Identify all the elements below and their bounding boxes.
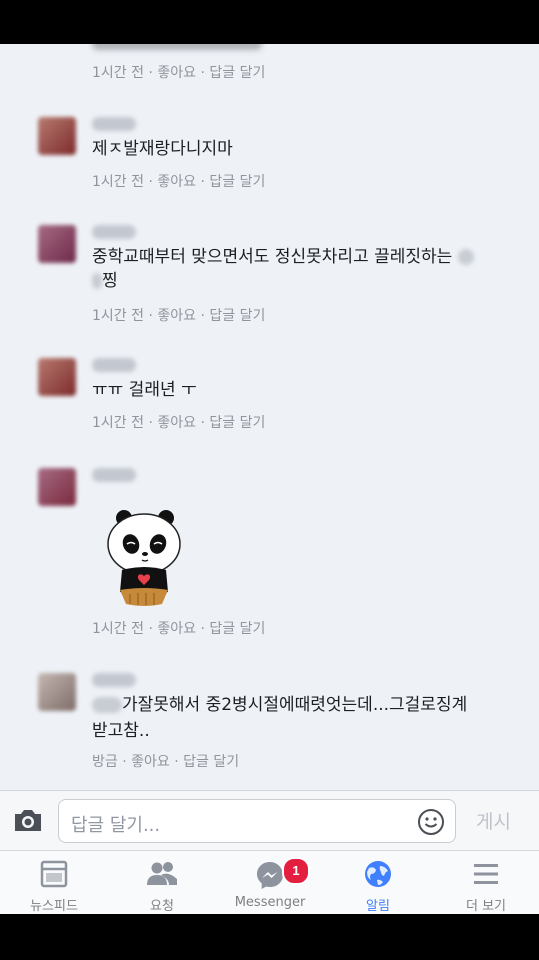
smiley-icon[interactable]	[417, 808, 445, 836]
camera-icon[interactable]	[12, 807, 44, 833]
comment-meta: 1시간 전 · 좋아요 · 답글 달기	[92, 308, 266, 324]
cut-off-comment-text	[92, 44, 262, 50]
comment-text-line1: 중학교때부터 맞으면서도 정신못차리고 끌레짓하는	[92, 247, 453, 267]
commenter-name-blurred[interactable]	[92, 358, 136, 372]
comment-time: 방금	[92, 754, 118, 770]
comment-time: 1시간 전	[92, 621, 144, 637]
reply-link[interactable]: 답글 달기	[209, 415, 265, 431]
tab-label: 뉴스피드	[30, 899, 78, 914]
reply-composer: 답글 달기... 게시	[0, 790, 539, 851]
comment-time: 1시간 전	[92, 308, 144, 324]
globe-icon	[365, 861, 391, 887]
comment-meta: 1시간 전 · 좋아요 · 답글 달기	[92, 415, 266, 431]
reply-placeholder: 답글 달기...	[71, 815, 161, 836]
tab-label: 더 보기	[465, 899, 506, 914]
commenter-name-blurred[interactable]	[92, 225, 136, 239]
like-link[interactable]: 좋아요	[157, 621, 196, 637]
comment-item: 1시간 전 · 좋아요 · 답글 달기	[0, 44, 539, 100]
tab-more[interactable]: 더 보기	[432, 851, 539, 914]
tab-messenger[interactable]: Messenger	[216, 851, 324, 914]
tab-label: 요청	[150, 899, 174, 914]
comment-item: 가잘못해서 중2병시절에때렷엇는데...그걸로징계 받고참.. 방금 · 좋아요…	[0, 655, 539, 790]
reply-link[interactable]: 답글 달기	[209, 174, 265, 190]
like-link[interactable]: 좋아요	[157, 174, 196, 190]
avatar[interactable]	[38, 225, 76, 263]
like-link[interactable]: 좋아요	[157, 308, 196, 324]
comment-item: 제ㅈ발재랑다니지마 1시간 전 · 좋아요 · 답글 달기	[0, 99, 539, 208]
comment-text: 찡	[92, 269, 118, 293]
commenter-name-blurred[interactable]	[92, 468, 136, 482]
comment-meta: 1시간 전 · 좋아요 · 답글 달기	[92, 174, 266, 190]
avatar[interactable]	[38, 358, 76, 396]
comment-text: 받고참..	[92, 721, 150, 741]
bottom-tab-bar: 뉴스피드 요청 Messenger 1 알림 더 보기	[0, 850, 539, 914]
tab-requests[interactable]: 요청	[108, 851, 216, 914]
comment-meta: 1시간 전 · 좋아요 · 답글 달기	[92, 65, 266, 81]
commenter-name-blurred[interactable]	[92, 673, 136, 687]
comment-thread: 1시간 전 · 좋아요 · 답글 달기 제ㅈ발재랑다니지마 1시간 전 · 좋아…	[0, 44, 539, 914]
tab-notifications[interactable]: 알림	[324, 851, 432, 914]
tab-label: Messenger	[234, 895, 306, 910]
comment-time: 1시간 전	[92, 415, 144, 431]
blurred-word	[92, 697, 122, 713]
panda-heart-sticker[interactable]	[104, 506, 184, 610]
post-button[interactable]: 게시	[476, 807, 511, 834]
reply-link[interactable]: 답글 달기	[183, 754, 239, 770]
comment-item: 중학교때부터 맞으면서도 정신못차리고 끌레짓하는 찡 1시간 전 · 좋아요 …	[0, 207, 539, 341]
news-feed-icon	[40, 860, 68, 888]
comment-item: ㅠㅠ 걸래년 ㅜ 1시간 전 · 좋아요 · 답글 달기	[0, 340, 539, 451]
like-link[interactable]: 좋아요	[131, 754, 170, 770]
comment-meta: 1시간 전 · 좋아요 · 답글 달기	[92, 621, 266, 637]
comment-time: 1시간 전	[92, 174, 144, 190]
comment-text: ㅠㅠ 걸래년 ㅜ	[92, 380, 197, 400]
comment-item: 1시간 전 · 좋아요 · 답글 달기	[0, 450, 539, 656]
messenger-badge: 1	[282, 857, 310, 885]
reply-link[interactable]: 답글 달기	[209, 65, 265, 81]
blurred-word	[457, 249, 474, 265]
reply-input[interactable]: 답글 달기...	[58, 799, 456, 843]
comment-text-line2: 찡	[102, 271, 118, 291]
reply-link[interactable]: 답글 달기	[209, 308, 265, 324]
comment-text: 중학교때부터 맞으면서도 정신못차리고 끌레짓하는	[92, 245, 474, 269]
avatar[interactable]	[38, 468, 76, 506]
comment-text: 제ㅈ발재랑다니지마	[92, 139, 233, 159]
comment-time: 1시간 전	[92, 65, 144, 81]
tab-news-feed[interactable]: 뉴스피드	[0, 851, 108, 914]
avatar[interactable]	[38, 673, 76, 711]
blurred-word	[92, 273, 102, 289]
avatar[interactable]	[38, 117, 76, 155]
like-link[interactable]: 좋아요	[157, 65, 196, 81]
reply-link[interactable]: 답글 달기	[209, 621, 265, 637]
tab-label: 알림	[366, 899, 390, 914]
comment-text-line1: 가잘못해서 중2병시절에때렷엇는데...그걸로징계	[122, 695, 468, 715]
friend-requests-icon	[147, 862, 177, 885]
comment-meta: 방금 · 좋아요 · 답글 달기	[92, 754, 240, 770]
commenter-name-blurred[interactable]	[92, 117, 136, 131]
comment-text: 가잘못해서 중2병시절에때렷엇는데...그걸로징계	[92, 693, 467, 717]
menu-icon	[474, 864, 498, 884]
like-link[interactable]: 좋아요	[157, 415, 196, 431]
